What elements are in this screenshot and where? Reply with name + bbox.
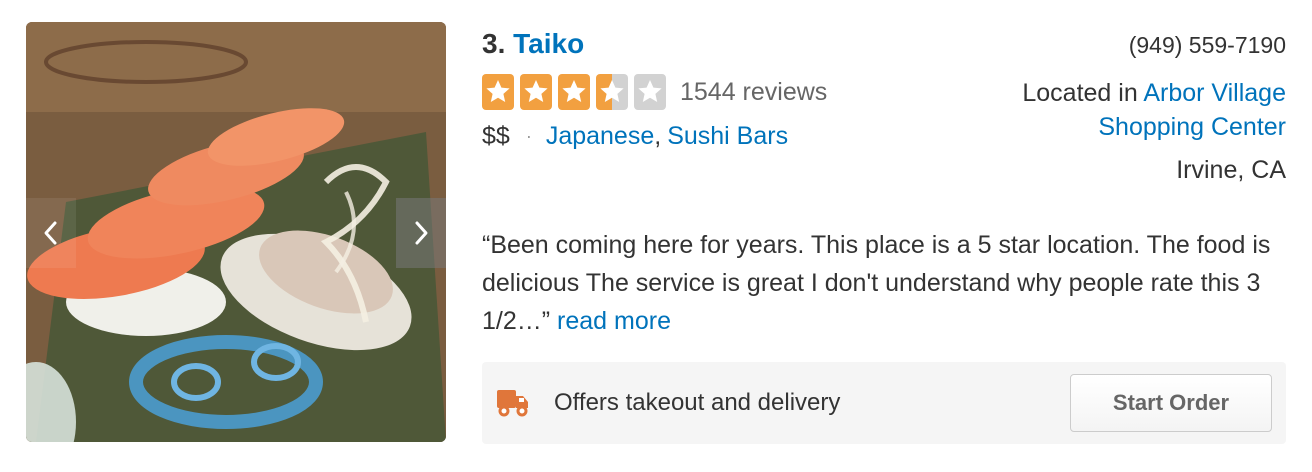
star-rating: [482, 74, 666, 110]
review-count: 1544 reviews: [680, 77, 828, 106]
star-icon: [596, 74, 628, 110]
business-photo[interactable]: [26, 22, 446, 442]
rating-row: 1544 reviews: [482, 74, 827, 110]
category-comma: ,: [654, 122, 662, 150]
city-state: Irvine, CA: [1176, 156, 1286, 184]
start-order-button[interactable]: Start Order: [1070, 374, 1272, 432]
chevron-left-icon: [44, 221, 57, 245]
review-snippet: “Been coming here for years. This place …: [482, 226, 1282, 340]
star-icon: [634, 74, 666, 110]
phone-number: (949) 559-7190: [1128, 32, 1286, 58]
rank-number: 3.: [482, 28, 506, 59]
business-title: 3. Taiko: [482, 28, 584, 60]
chevron-right-icon: [415, 221, 428, 245]
sushi-photo: [26, 22, 446, 442]
price-range: $$: [482, 122, 510, 150]
separator-dot: ·: [525, 126, 532, 146]
star-icon: [520, 74, 552, 110]
takeout-delivery-text: Offers takeout and delivery: [554, 389, 841, 416]
category-link-sushi-bars[interactable]: Sushi Bars: [667, 122, 788, 151]
business-name-link[interactable]: Taiko: [513, 28, 584, 59]
order-bar: Offers takeout and delivery Start Order: [482, 362, 1286, 444]
photo-prev-button[interactable]: [26, 198, 76, 268]
location-prefix: Located in: [1022, 79, 1138, 107]
read-more-link[interactable]: read more: [557, 307, 671, 335]
truck-icon: [497, 390, 528, 417]
price-category-row: $$ · Japanese , Sushi Bars: [482, 122, 788, 151]
star-icon: [482, 74, 514, 110]
category-link-japanese[interactable]: Japanese: [546, 122, 654, 151]
photo-next-button[interactable]: [396, 198, 446, 268]
location-info: Located in Arbor Village Shopping Center: [946, 76, 1286, 144]
star-icon: [558, 74, 590, 110]
